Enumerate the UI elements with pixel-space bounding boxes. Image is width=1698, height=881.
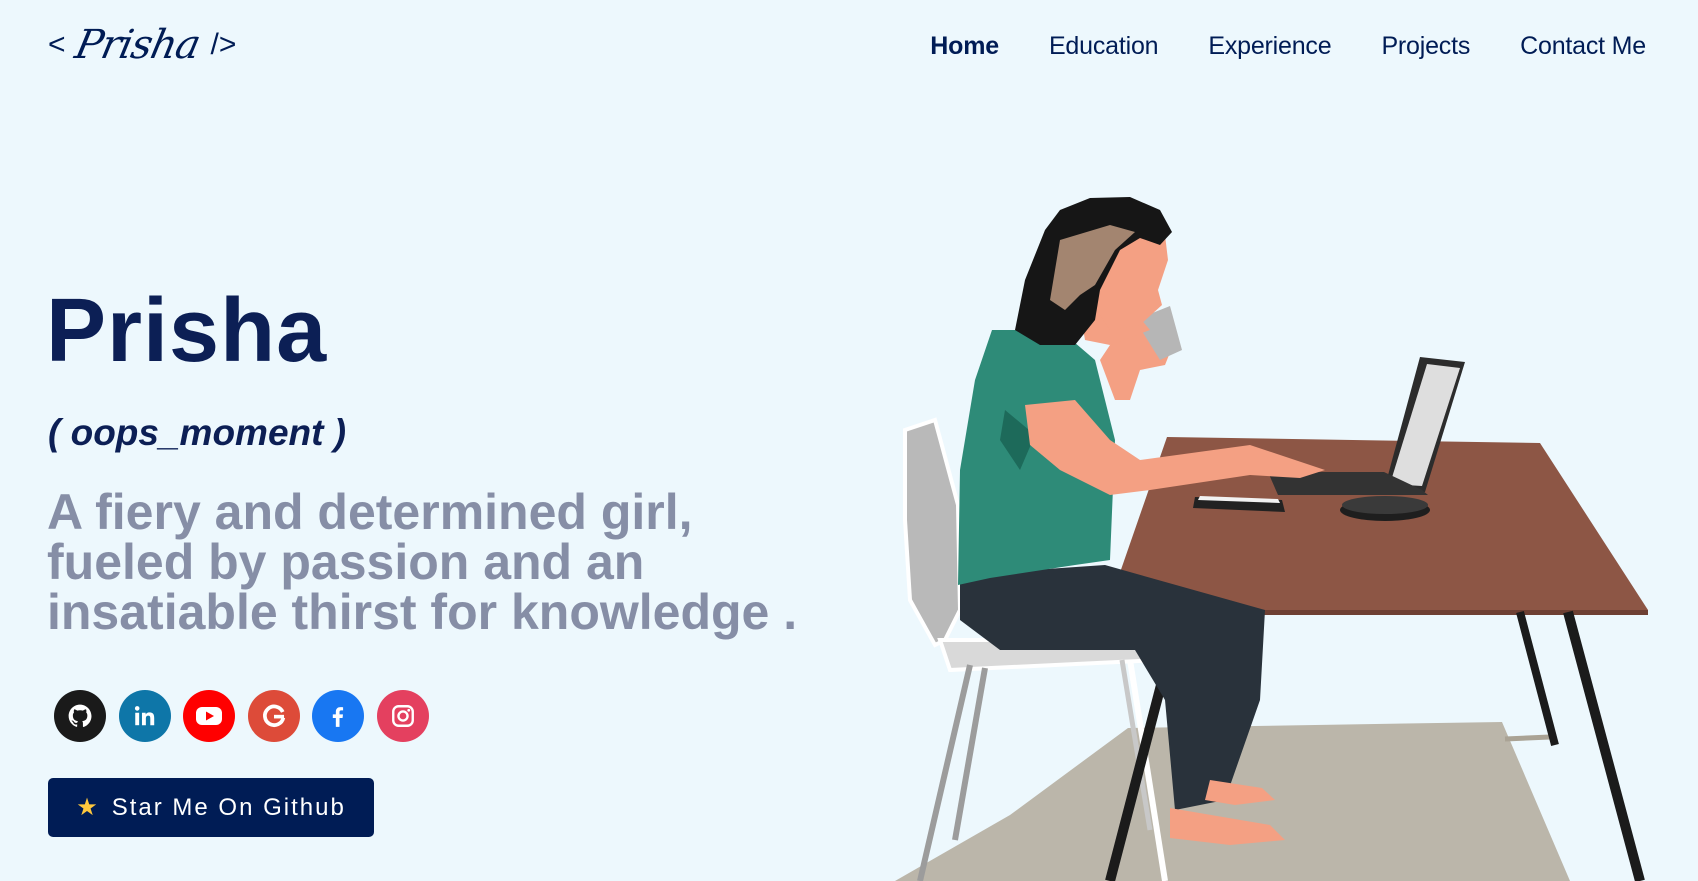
chair-back-shape (903, 417, 963, 648)
instagram-icon (391, 705, 414, 727)
nav-education[interactable]: Education (1049, 32, 1159, 61)
logo-close-bracket: /> (210, 28, 237, 61)
nav-experience[interactable]: Experience (1208, 32, 1331, 61)
instagram-link[interactable] (376, 690, 429, 742)
logo-signature: Prisha (70, 22, 204, 68)
linkedin-link[interactable] (118, 690, 171, 742)
nav-projects[interactable]: Projects (1381, 32, 1470, 61)
star-button-label: Star Me On Github (111, 793, 346, 821)
main-nav: Home Education Experience Projects Conta… (880, 32, 1646, 61)
portfolio-page: < Prisha /> Home Education Experience Pr… (0, 0, 1698, 881)
logo-open-bracket: < (48, 28, 66, 61)
hero-tagline: A fiery and determined girl, fueled by p… (47, 484, 798, 640)
google-icon (262, 704, 285, 727)
youtube-link[interactable] (183, 690, 235, 742)
nav-home[interactable]: Home (930, 32, 999, 61)
nav-contact-me[interactable]: Contact Me (1520, 32, 1646, 61)
github-link[interactable] (54, 690, 106, 742)
youtube-icon (196, 707, 222, 725)
hero-name: Prisha (46, 281, 328, 381)
linkedin-icon (134, 706, 154, 726)
facebook-icon (332, 707, 344, 727)
google-link[interactable] (247, 690, 300, 742)
hero-handle: ( oops_moment ) (48, 412, 347, 453)
facebook-link[interactable] (312, 690, 364, 742)
github-icon (68, 704, 92, 727)
social-links (54, 690, 441, 742)
star-icon: ★ (76, 794, 100, 821)
star-on-github-button[interactable]: ★ Star Me On Github (48, 778, 374, 837)
logo-link[interactable]: < Prisha /> (48, 22, 236, 68)
woman-at-laptop-illustration (895, 197, 1648, 881)
